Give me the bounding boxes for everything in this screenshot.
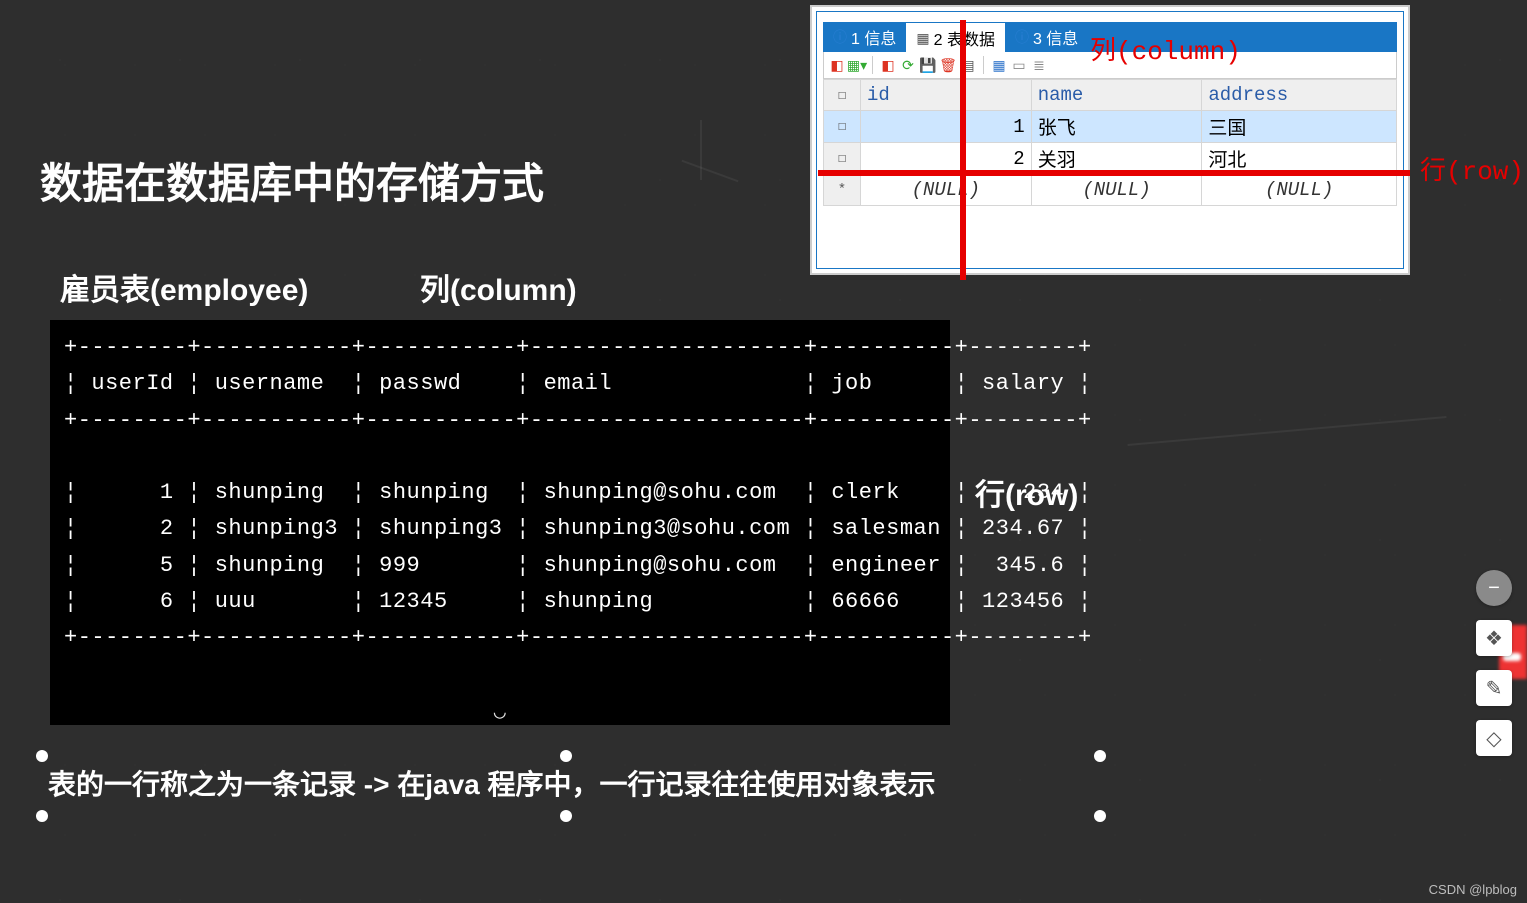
- save-icon[interactable]: 💾: [919, 56, 937, 74]
- info-icon: ⓘ: [833, 27, 847, 47]
- table-row-new[interactable]: * (NULL) (NULL) (NULL): [824, 175, 1397, 206]
- cell[interactable]: 1: [861, 111, 1032, 143]
- refresh-icon[interactable]: ⟳: [899, 56, 917, 74]
- side-toolbar: − ❖ ✎ ◇: [1476, 570, 1512, 756]
- select-all-checkbox[interactable]: ☐: [824, 80, 861, 111]
- cell[interactable]: 张飞: [1031, 111, 1202, 143]
- cell-null[interactable]: (NULL): [1202, 175, 1397, 206]
- annotation-row-label: 行(row): [1420, 150, 1524, 187]
- selection-handle[interactable]: [1094, 810, 1106, 822]
- tab-label: 3 信息: [1033, 25, 1078, 49]
- tab-label: 1 信息: [851, 25, 896, 49]
- text-view-icon[interactable]: ≣: [1030, 56, 1048, 74]
- employee-table-label: 雇员表(employee): [60, 265, 308, 309]
- slide-title: 数据在数据库中的存储方式: [40, 150, 544, 211]
- annotation-vertical-line: [960, 20, 966, 280]
- new-row-marker: *: [824, 175, 861, 206]
- pen-icon[interactable]: ✎: [1476, 670, 1512, 706]
- column-label: 列(column): [420, 265, 577, 309]
- toolbar-icon[interactable]: ▦▾: [848, 56, 866, 74]
- toolbar-icon[interactable]: ◧: [879, 56, 897, 74]
- grid-view-icon[interactable]: ▦: [990, 56, 1008, 74]
- toolbar-icon[interactable]: ◧: [828, 56, 846, 74]
- cell-null[interactable]: (NULL): [861, 175, 1032, 206]
- minimize-icon[interactable]: −: [1476, 570, 1512, 606]
- layers-icon[interactable]: ❖: [1476, 620, 1512, 656]
- caption-text: 表的一行称之为一条记录 -> 在java 程序中，一行记录往往使用对象表示: [48, 763, 936, 803]
- column-header-address[interactable]: address: [1202, 80, 1397, 111]
- delete-icon[interactable]: 🗑: [939, 56, 957, 74]
- caption-textbox[interactable]: 表的一行称之为一条记录 -> 在java 程序中，一行记录往往使用对象表示: [40, 755, 1100, 810]
- info-icon: ⓘ: [1015, 27, 1029, 47]
- annotation-horizontal-line: [818, 170, 1410, 176]
- selection-handle[interactable]: [560, 750, 572, 762]
- table-row[interactable]: ☐ 1 张飞 三国: [824, 111, 1397, 143]
- form-view-icon[interactable]: ▭: [1010, 56, 1028, 74]
- selection-handle[interactable]: [36, 750, 48, 762]
- cell-null[interactable]: (NULL): [1031, 175, 1202, 206]
- data-grid[interactable]: ☐ id name address ☐ 1 张飞 三国 ☐ 2 关羽 河北 * …: [823, 79, 1397, 206]
- column-header-name[interactable]: name: [1031, 80, 1202, 111]
- terminal-table: +--------+-----------+-----------+------…: [50, 320, 950, 725]
- selection-handle[interactable]: [36, 810, 48, 822]
- cell[interactable]: 三国: [1202, 111, 1397, 143]
- eraser-icon[interactable]: ◇: [1476, 720, 1512, 756]
- tab-info-1[interactable]: ⓘ1 信息: [823, 22, 906, 52]
- grid-icon: ▦: [916, 30, 929, 47]
- tab-info-3[interactable]: ⓘ3 信息: [1005, 22, 1088, 52]
- selection-handle[interactable]: [1094, 750, 1106, 762]
- loading-spinner-icon: ◡: [494, 697, 507, 730]
- annotation-column-label: 列(column): [1090, 30, 1241, 67]
- column-header-id[interactable]: id: [861, 80, 1032, 111]
- selection-handle[interactable]: [560, 810, 572, 822]
- row-checkbox[interactable]: ☐: [824, 111, 861, 143]
- tab-table-data[interactable]: ▦2 表数据: [906, 23, 1005, 53]
- watermark-text: CSDN @lpblog: [1429, 882, 1517, 897]
